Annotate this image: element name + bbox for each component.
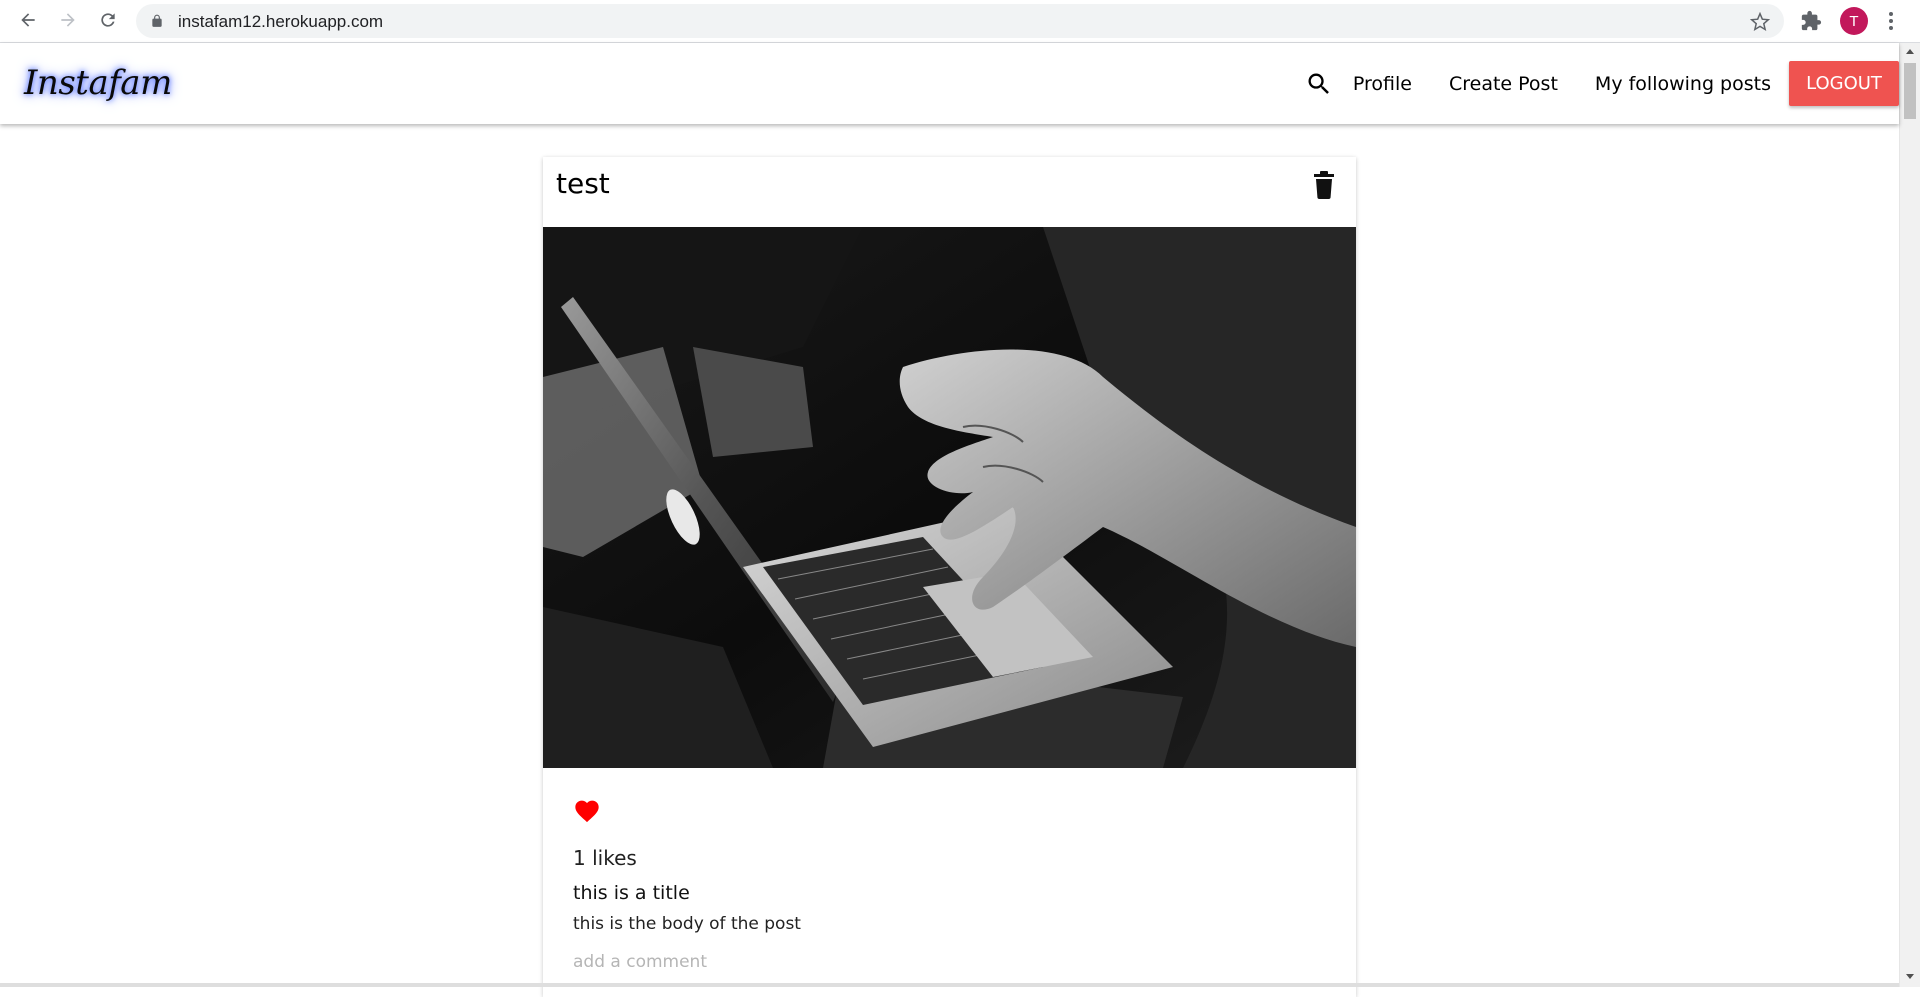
address-bar[interactable]: instafam12.herokuapp.com [136, 4, 1784, 38]
bottom-edge [0, 983, 1899, 987]
logout-button[interactable]: LOGOUT [1789, 61, 1899, 106]
back-icon[interactable] [16, 8, 40, 32]
post-image [543, 227, 1356, 768]
scroll-up-arrow-icon[interactable] [1906, 49, 1914, 54]
nav-link-following-posts[interactable]: My following posts [1595, 73, 1771, 95]
nav-links: Profile Create Post My following posts L… [1305, 43, 1899, 124]
delete-trash-icon[interactable] [1312, 171, 1336, 199]
page-scrollbar[interactable] [1899, 43, 1920, 987]
brand-logo[interactable]: Instafam [24, 63, 172, 103]
comment-input[interactable] [573, 952, 1333, 972]
laptop-photo-icon [543, 227, 1356, 768]
url-text[interactable]: instafam12.herokuapp.com [178, 12, 383, 32]
bookmark-star-icon[interactable] [1750, 12, 1770, 32]
scroll-down-arrow-icon[interactable] [1906, 974, 1914, 979]
post-body: this is the body of the post [573, 914, 801, 934]
post-content: 1 likes this is a title this is the body… [573, 797, 1333, 972]
forward-icon[interactable] [56, 8, 80, 32]
likes-count: 1 likes [573, 846, 637, 870]
more-menu-icon[interactable] [1886, 9, 1896, 33]
reload-icon[interactable] [96, 8, 120, 32]
lock-icon [152, 14, 162, 27]
browser-toolbar: instafam12.herokuapp.com T [0, 0, 1920, 43]
app-navbar: Instafam Profile Create Post My followin… [0, 43, 1899, 124]
search-icon[interactable] [1305, 70, 1333, 98]
profile-avatar[interactable]: T [1840, 7, 1868, 35]
post-title: this is a title [573, 882, 690, 904]
post-card: test 1 likes this is a title this is the… [543, 157, 1356, 997]
post-author[interactable]: test [556, 167, 610, 200]
like-heart-icon[interactable] [573, 797, 601, 823]
nav-link-profile[interactable]: Profile [1353, 73, 1412, 95]
nav-link-create-post[interactable]: Create Post [1449, 73, 1558, 95]
extensions-puzzle-icon[interactable] [1800, 10, 1822, 32]
scrollbar-thumb[interactable] [1904, 63, 1916, 119]
